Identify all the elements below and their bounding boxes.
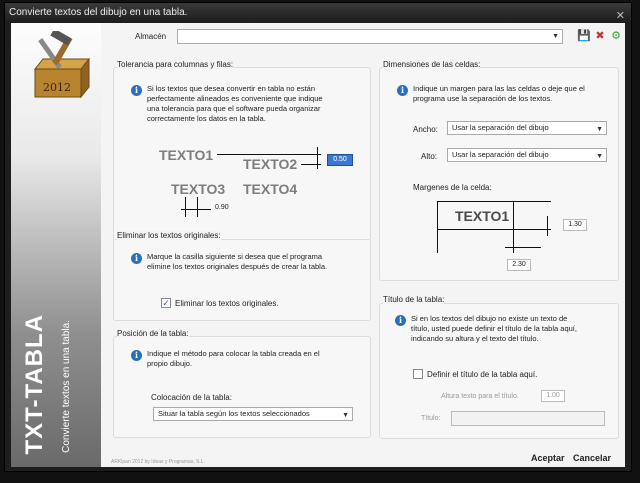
dimension-line xyxy=(301,164,321,165)
tolerancia-title: Tolerancia para columnas y filas: xyxy=(117,60,234,69)
sidebar-subtitle: Convierte textos en una tabla. xyxy=(61,320,72,453)
svg-text:2012: 2012 xyxy=(43,81,71,94)
info-icon: i xyxy=(395,315,406,326)
cancel-button[interactable]: Cancelar xyxy=(573,453,611,463)
titulo-text-label: Título: xyxy=(421,415,441,422)
example-texto3: TEXTO3 xyxy=(171,181,226,197)
ancho-value: Usar la separación del dibujo xyxy=(452,123,549,132)
chevron-down-icon: ▼ xyxy=(596,153,603,160)
title-bar: Convierte textos del dibujo en una tabla… xyxy=(5,3,631,23)
margin-vertical-input[interactable]: 1.30 xyxy=(563,219,587,231)
posicion-info: Indique el método para colocar la tabla … xyxy=(147,349,320,368)
eliminar-info: Marque la casilla siguiente si desea que… xyxy=(147,252,328,271)
eliminar-checkbox[interactable]: ✓ xyxy=(161,298,171,308)
example-texto1-cell: TEXTO1 xyxy=(455,208,510,224)
info-icon: i xyxy=(131,85,142,96)
eliminar-checkbox-label: Eliminar los textos originales. xyxy=(175,299,279,308)
titulo-text-input[interactable] xyxy=(451,411,605,426)
window-title: Convierte textos del dibujo en una tabla… xyxy=(9,7,188,18)
cell-border-line xyxy=(437,229,551,230)
almacen-select[interactable]: ▼ xyxy=(177,29,563,44)
cell-border-line xyxy=(513,201,514,253)
chevron-down-icon: ▼ xyxy=(342,412,349,419)
colocacion-select[interactable]: Situar la tabla según los textos selecci… xyxy=(153,407,353,421)
toolbox-logo-icon: 2012 xyxy=(33,31,91,99)
example-texto1: TEXTO1 xyxy=(159,147,214,163)
chevron-down-icon: ▼ xyxy=(596,126,603,133)
row-tolerance-input[interactable]: 0.50 xyxy=(327,154,353,166)
dialog-window: Convierte textos del dibujo en una tabla… xyxy=(4,2,632,472)
footer-credit: ARKlpan 2012 by Ideas y Programas, S.L. xyxy=(111,459,205,465)
altura-input[interactable]: 1.00 xyxy=(541,390,565,402)
dimension-line xyxy=(185,197,186,217)
sidebar-banner: 2012 TXT-TABLA Convierte textos en una t… xyxy=(11,23,101,467)
dimension-line xyxy=(181,209,211,210)
accept-button[interactable]: Aceptar xyxy=(531,453,565,463)
eliminar-title: Eliminar los textos originales: xyxy=(117,231,221,240)
example-texto2: TEXTO2 xyxy=(243,156,298,172)
dimensiones-title: Dimensiones de las celdas: xyxy=(383,60,481,69)
titulo-title: Título de la tabla: xyxy=(383,295,445,304)
almacen-row: Almacén ▼ 💾 ✖ ⚙ xyxy=(107,29,621,45)
cell-border-line xyxy=(437,201,551,202)
dimension-line xyxy=(197,197,198,217)
info-icon: i xyxy=(131,253,142,264)
ancho-label: Ancho: xyxy=(413,125,438,134)
sidebar-title: TXT-TABLA xyxy=(21,314,48,455)
dimension-line xyxy=(317,147,318,169)
dimension-line xyxy=(505,247,541,248)
colocacion-label: Colocación de la tabla: xyxy=(151,393,232,402)
margenes-label: Margenes de la celda: xyxy=(413,183,492,192)
alto-select[interactable]: Usar la separación del dibujo ▼ xyxy=(447,148,607,162)
col-tolerance-input[interactable]: 0.90 xyxy=(215,204,229,211)
chevron-down-icon: ▼ xyxy=(552,33,559,40)
alto-label: Alto: xyxy=(421,152,438,161)
cell-border-line xyxy=(437,201,438,253)
dimensiones-info: Indique un margen para las las celdas o … xyxy=(413,84,585,103)
dimension-line xyxy=(217,154,321,155)
titulo-checkbox[interactable] xyxy=(413,369,423,379)
almacen-label: Almacén xyxy=(135,32,167,41)
dialog-client: 2012 TXT-TABLA Convierte textos en una t… xyxy=(11,23,625,467)
example-texto4: TEXTO4 xyxy=(243,181,298,197)
delete-icon[interactable]: ✖ xyxy=(593,29,607,43)
alto-value: Usar la separación del dibujo xyxy=(452,150,549,159)
info-icon: i xyxy=(397,85,408,96)
posicion-title: Posición de la tabla: xyxy=(117,329,189,338)
altura-label: Altura texto para el título. xyxy=(441,393,519,400)
tolerancia-info: Si los textos que desea convertir en tab… xyxy=(147,84,323,123)
colocacion-value: Situar la tabla según los textos selecci… xyxy=(158,409,310,418)
margin-horizontal-input[interactable]: 2.30 xyxy=(507,259,531,271)
titulo-info: Si en los textos del dibujo no existe un… xyxy=(411,314,577,343)
ancho-select[interactable]: Usar la separación del dibujo ▼ xyxy=(447,121,607,135)
info-icon: i xyxy=(131,350,142,361)
settings-icon[interactable]: ⚙ xyxy=(609,29,623,43)
dimension-line xyxy=(547,216,548,236)
titulo-checkbox-label: Definir el título de la tabla aquí. xyxy=(427,370,538,379)
save-icon[interactable]: 💾 xyxy=(577,29,591,43)
